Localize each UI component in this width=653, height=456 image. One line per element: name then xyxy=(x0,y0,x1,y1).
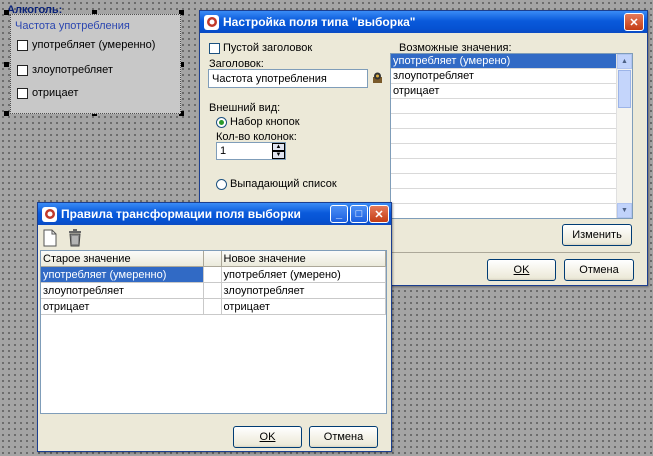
table-header: Старое значение Новое значение xyxy=(41,251,386,267)
option-checkbox[interactable]: употребляет (умеренно) xyxy=(17,39,155,51)
column-header-new[interactable]: Новое значение xyxy=(221,251,386,267)
list-item[interactable] xyxy=(391,144,632,159)
minimize-icon[interactable]: _ xyxy=(330,205,348,223)
settings-titlebar[interactable]: Настройка поля типа "выборка" ✕ xyxy=(200,11,647,33)
rules-table[interactable]: Старое значение Новое значение употребля… xyxy=(40,250,387,414)
old-value-cell[interactable]: употребляет (умеренно) xyxy=(41,266,204,283)
maximize-icon[interactable]: □ xyxy=(350,205,368,223)
list-item[interactable] xyxy=(391,204,632,218)
scroll-down-icon[interactable]: ▼ xyxy=(617,203,632,218)
spin-up-icon[interactable]: ▲ xyxy=(272,143,285,151)
list-item[interactable]: употребляет (умерено) xyxy=(391,54,632,69)
list-scrollbar[interactable]: ▲ ▼ xyxy=(616,54,632,218)
ok-button[interactable]: OK xyxy=(487,259,556,281)
scroll-up-icon[interactable]: ▲ xyxy=(617,54,632,69)
list-item[interactable]: злоупотребляет xyxy=(391,69,632,84)
option-checkbox[interactable]: отрицает xyxy=(17,87,78,99)
selection-handle[interactable] xyxy=(4,62,9,67)
list-item[interactable] xyxy=(391,159,632,174)
list-item[interactable] xyxy=(391,174,632,189)
app-icon xyxy=(204,14,219,30)
list-item[interactable]: отрицает xyxy=(391,84,632,99)
edit-dictionary-icon[interactable] xyxy=(371,71,385,85)
selection-handle[interactable] xyxy=(4,10,9,15)
new-value-cell[interactable]: отрицает xyxy=(221,298,386,315)
spacer-cell xyxy=(203,266,222,283)
table-row[interactable]: злоупотребляет злоупотребляет xyxy=(41,282,386,299)
spacer-cell xyxy=(203,282,222,299)
settings-title: Настройка поля типа "выборка" xyxy=(223,15,416,29)
radio-buttons-label: Набор кнопок xyxy=(230,116,300,128)
table-row[interactable]: отрицает отрицает xyxy=(41,298,386,315)
new-document-icon[interactable] xyxy=(43,229,57,247)
header-input[interactable]: Частота употребления xyxy=(208,69,368,88)
new-value-cell[interactable]: злоупотребляет xyxy=(221,282,386,299)
selection-handle[interactable] xyxy=(4,111,9,116)
rules-titlebar[interactable]: Правила трансформации поля выборки _ □ ✕ xyxy=(38,203,391,225)
list-item[interactable] xyxy=(391,189,632,204)
list-item[interactable] xyxy=(391,114,632,129)
cancel-button[interactable]: Отмена xyxy=(309,426,378,448)
divider xyxy=(386,252,640,253)
radio-dropdown-label: Выпадающий список xyxy=(230,178,337,190)
field-caption: Частота употребления xyxy=(15,20,130,32)
radio-buttons-option[interactable] xyxy=(216,117,227,128)
column-header-spacer xyxy=(203,251,222,267)
new-value-cell[interactable]: употребляет (умерено) xyxy=(221,266,386,283)
old-value-cell[interactable]: отрицает xyxy=(41,298,204,315)
spin-down-icon[interactable]: ▼ xyxy=(272,151,285,159)
list-item[interactable] xyxy=(391,99,632,114)
close-icon[interactable]: ✕ xyxy=(624,13,644,31)
empty-header-label: Пустой заголовок xyxy=(223,42,313,54)
app-icon xyxy=(42,206,57,222)
table-row[interactable]: употребляет (умеренно) употребляет (умер… xyxy=(41,266,386,283)
list-item[interactable] xyxy=(391,129,632,144)
change-button[interactable]: Изменить xyxy=(562,224,632,246)
old-value-cell[interactable]: злоупотребляет xyxy=(41,282,204,299)
spacer-cell xyxy=(203,298,222,315)
appearance-label: Внешний вид: xyxy=(209,102,281,114)
column-header-old[interactable]: Старое значение xyxy=(41,251,204,267)
transform-rules-dialog: Правила трансформации поля выборки _ □ ✕… xyxy=(37,202,392,452)
possible-values-list[interactable]: употребляет (умерено) злоупотребляет отр… xyxy=(390,53,633,219)
rules-title: Правила трансформации поля выборки xyxy=(61,207,301,221)
scroll-thumb[interactable] xyxy=(618,70,631,108)
close-icon[interactable]: ✕ xyxy=(369,205,389,223)
choice-field-preview[interactable]: Частота употребления употребляет (умерен… xyxy=(10,14,181,114)
radio-dropdown-option[interactable] xyxy=(216,179,227,190)
empty-header-checkbox[interactable] xyxy=(209,43,220,54)
cancel-button[interactable]: Отмена xyxy=(564,259,634,281)
option-checkbox[interactable]: злоупотребляет xyxy=(17,64,113,76)
ok-button[interactable]: OK xyxy=(233,426,302,448)
trash-icon[interactable] xyxy=(67,229,83,247)
